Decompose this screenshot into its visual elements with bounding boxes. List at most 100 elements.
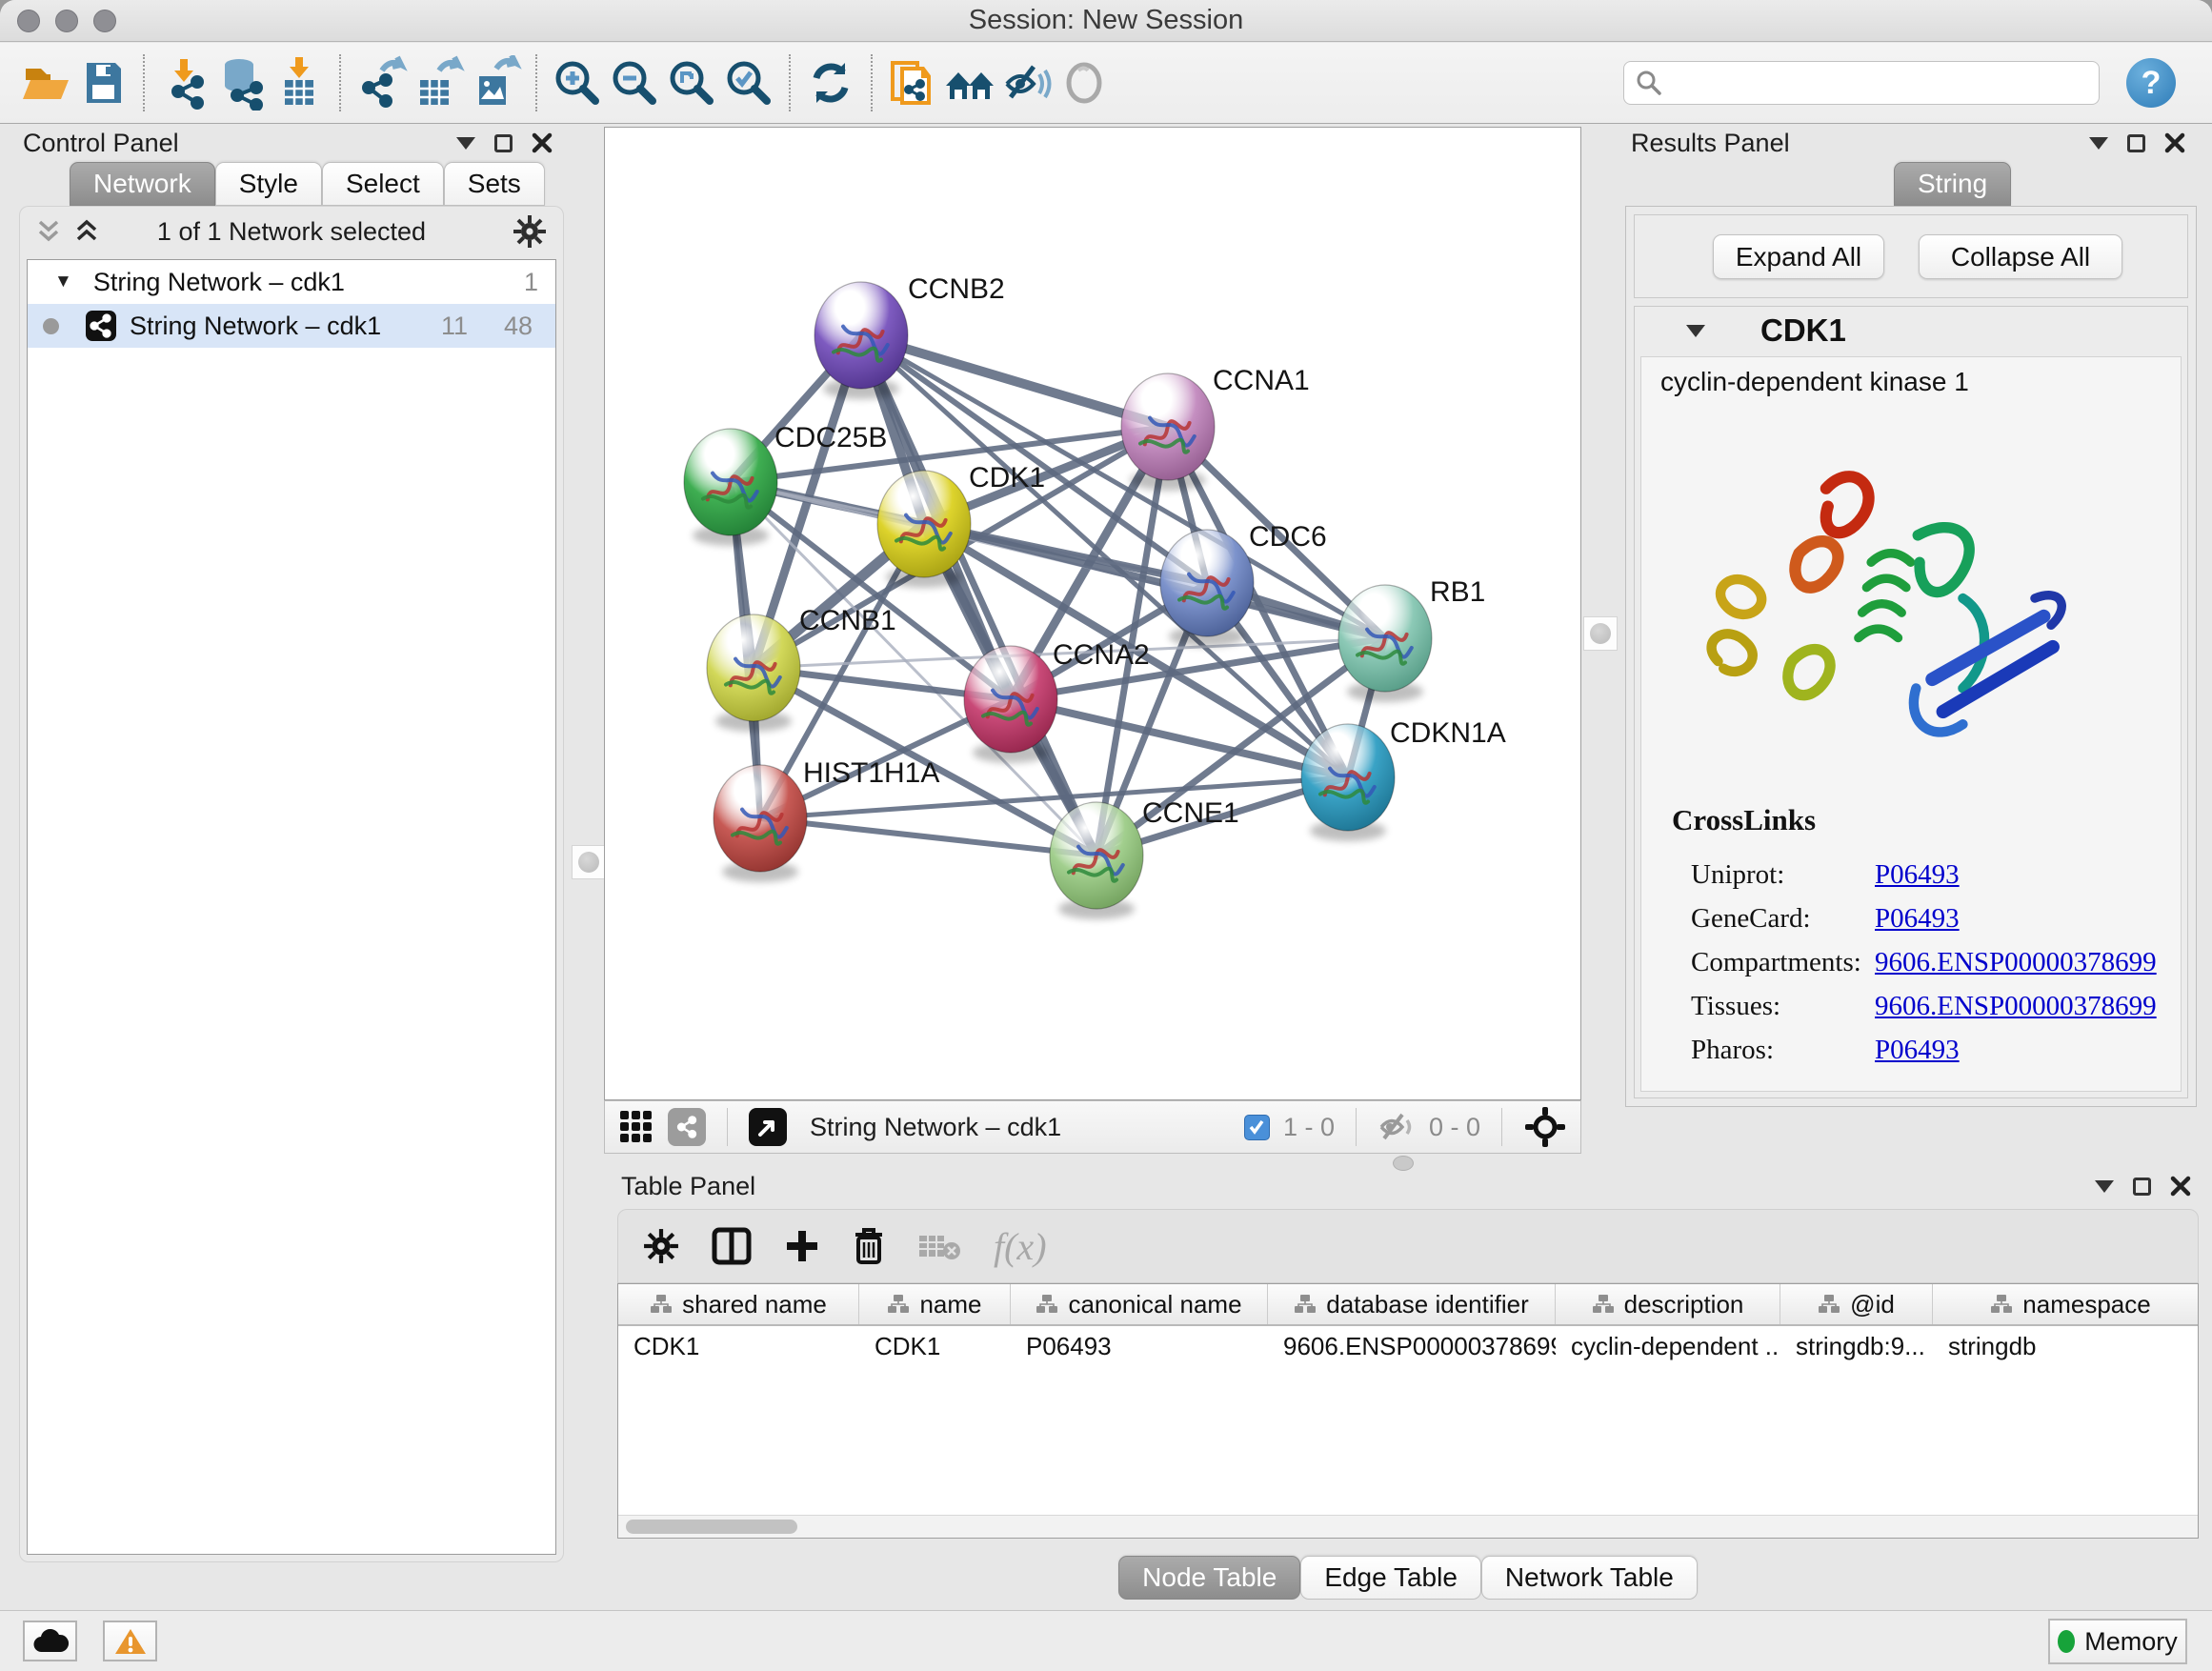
disclosure-triangle-icon[interactable]: ▼ xyxy=(54,272,72,292)
show-columns-icon[interactable] xyxy=(712,1227,752,1265)
crosslink-link[interactable]: P06493 xyxy=(1875,859,1960,891)
expand-all-button[interactable]: Expand All xyxy=(1713,234,1884,279)
selected-checkbox-icon[interactable] xyxy=(1244,1115,1270,1140)
export-table-icon[interactable] xyxy=(410,52,467,113)
crosslink-label: Tissues: xyxy=(1691,991,1780,1022)
table-header-row: shared name namecanonical name database id… xyxy=(618,1284,2198,1326)
birdseye-view-icon[interactable] xyxy=(749,1108,787,1146)
table-cell[interactable]: stringdb:9... xyxy=(1780,1326,1933,1366)
left-splitter-handle[interactable] xyxy=(572,845,606,879)
results-panel: Results Panel String Expand All Collapse… xyxy=(1619,124,2202,1136)
column-header-id[interactable]: @id xyxy=(1780,1284,1933,1324)
tab-select[interactable]: Select xyxy=(322,162,444,206)
close-panel-icon[interactable] xyxy=(2164,132,2185,153)
string-network-badge-icon[interactable] xyxy=(668,1108,706,1146)
export-image-icon[interactable] xyxy=(467,52,524,113)
hide-unhide-icon[interactable] xyxy=(998,52,1056,113)
crosslink-link[interactable]: 9606.ENSP00000378699 xyxy=(1875,991,2157,1022)
column-header-label: database identifier xyxy=(1326,1290,1528,1319)
table-horizontal-scrollbar[interactable] xyxy=(618,1515,2198,1538)
zoom-in-icon[interactable] xyxy=(549,52,606,113)
column-header-database-identifier[interactable]: database identifier xyxy=(1268,1284,1556,1324)
close-panel-icon[interactable] xyxy=(2170,1176,2191,1197)
tab-edge-table[interactable]: Edge Table xyxy=(1300,1556,1481,1600)
table-cell[interactable]: cyclin-dependent ... xyxy=(1556,1326,1780,1366)
zoom-fit-icon[interactable] xyxy=(663,52,720,113)
column-type-icon xyxy=(1990,1294,2013,1315)
column-header-shared-name[interactable]: shared name xyxy=(618,1284,859,1324)
crosslink-row: Uniprot:P06493 xyxy=(1691,853,2171,896)
table-options-gear-icon[interactable] xyxy=(643,1228,679,1264)
titlebar: Session: New Session xyxy=(0,0,2212,42)
gene-description: cyclin-dependent kinase 1 xyxy=(1660,367,1969,397)
network-canvas[interactable]: CCNB2CCNA1CDC25BCDK1CDC6RB1CCNB1CCNA2CDK… xyxy=(604,127,1581,1100)
string-app-icon xyxy=(86,311,116,341)
zoom-window-button[interactable] xyxy=(93,10,116,32)
float-panel-icon[interactable] xyxy=(2127,134,2145,152)
right-splitter-handle[interactable] xyxy=(1583,616,1618,651)
column-header-name[interactable]: name xyxy=(859,1284,1011,1324)
window-title: Session: New Session xyxy=(0,5,2212,36)
cytoscape-window: Session: New Session xyxy=(0,0,2212,1671)
column-header-canonical-name[interactable]: canonical name xyxy=(1011,1284,1268,1324)
import-network-from-database-icon[interactable] xyxy=(213,52,271,113)
home-icon[interactable] xyxy=(941,52,998,113)
column-header-description[interactable]: description xyxy=(1556,1284,1780,1324)
table-cell[interactable]: CDK1 xyxy=(618,1326,859,1366)
tab-sets[interactable]: Sets xyxy=(444,162,545,206)
import-table-icon[interactable] xyxy=(271,52,328,113)
export-network-icon[interactable] xyxy=(352,52,410,113)
delete-column-icon[interactable] xyxy=(853,1227,885,1265)
panel-menu-icon[interactable] xyxy=(2095,1180,2114,1193)
share-document-icon[interactable] xyxy=(884,52,941,113)
save-session-icon[interactable] xyxy=(74,52,131,113)
network-row[interactable]: String Network – cdk1 11 48 xyxy=(28,304,555,348)
table-cell[interactable]: P06493 xyxy=(1011,1326,1268,1366)
tab-node-table[interactable]: Node Table xyxy=(1118,1556,1300,1600)
crosslink-link[interactable]: P06493 xyxy=(1875,1035,1960,1066)
edge-CCNB2-CCNA1[interactable] xyxy=(861,335,1168,427)
edge-HIST1H1A-CCNE1[interactable] xyxy=(760,818,1096,856)
grid-view-icon[interactable] xyxy=(618,1109,654,1145)
help-icon[interactable]: ? xyxy=(2126,58,2176,108)
table-cell[interactable]: 9606.ENSP00000378699 xyxy=(1268,1326,1556,1366)
close-window-button[interactable] xyxy=(17,10,40,32)
crosslink-link[interactable]: P06493 xyxy=(1875,903,1960,935)
panel-menu-icon[interactable] xyxy=(456,137,475,150)
zoom-out-icon[interactable] xyxy=(606,52,663,113)
table-cell[interactable]: stringdb xyxy=(1933,1326,2199,1366)
zoom-selected-icon[interactable] xyxy=(720,52,777,113)
column-header-label: shared name xyxy=(682,1290,827,1319)
network-collection-row[interactable]: ▼ String Network – cdk1 1 xyxy=(28,260,555,304)
gene-disclosure-icon[interactable] xyxy=(1686,325,1705,337)
float-panel-icon[interactable] xyxy=(494,134,513,152)
memory-button[interactable]: Memory xyxy=(2048,1619,2187,1664)
tab-network-table[interactable]: Network Table xyxy=(1481,1556,1698,1600)
search-box[interactable] xyxy=(1623,61,2100,105)
warnings-button[interactable] xyxy=(103,1621,157,1661)
float-panel-icon[interactable] xyxy=(2133,1178,2151,1196)
table-cell[interactable]: CDK1 xyxy=(859,1326,1011,1366)
minimize-window-button[interactable] xyxy=(55,10,78,32)
column-header-namespace[interactable]: namespace xyxy=(1933,1284,2199,1324)
network-tree: ▼ String Network – cdk1 1 String Network… xyxy=(27,259,556,1555)
crosslink-row: Compartments:9606.ENSP00000378699 xyxy=(1691,940,2171,984)
open-session-icon[interactable] xyxy=(17,52,74,113)
add-column-icon[interactable] xyxy=(784,1228,820,1264)
panel-menu-icon[interactable] xyxy=(2089,137,2108,150)
table-row[interactable]: CDK1CDK1P064939606.ENSP00000378699cyclin… xyxy=(618,1326,2198,1366)
search-input[interactable] xyxy=(1670,69,2087,98)
collapse-all-button[interactable]: Collapse All xyxy=(1919,234,2122,279)
column-header-label: namespace xyxy=(2022,1290,2150,1319)
tab-network[interactable]: Network xyxy=(70,162,215,206)
show-all-icon[interactable] xyxy=(1056,52,1113,113)
crosslink-link[interactable]: 9606.ENSP00000378699 xyxy=(1875,947,2157,978)
import-network-icon[interactable] xyxy=(156,52,213,113)
gear-icon[interactable] xyxy=(513,214,547,249)
refresh-icon[interactable] xyxy=(802,52,859,113)
close-panel-icon[interactable] xyxy=(532,132,553,153)
pan-crosshair-icon[interactable] xyxy=(1523,1105,1567,1149)
tab-style[interactable]: Style xyxy=(215,162,322,206)
tab-string[interactable]: String xyxy=(1894,162,2011,206)
cloud-button[interactable] xyxy=(23,1621,77,1661)
